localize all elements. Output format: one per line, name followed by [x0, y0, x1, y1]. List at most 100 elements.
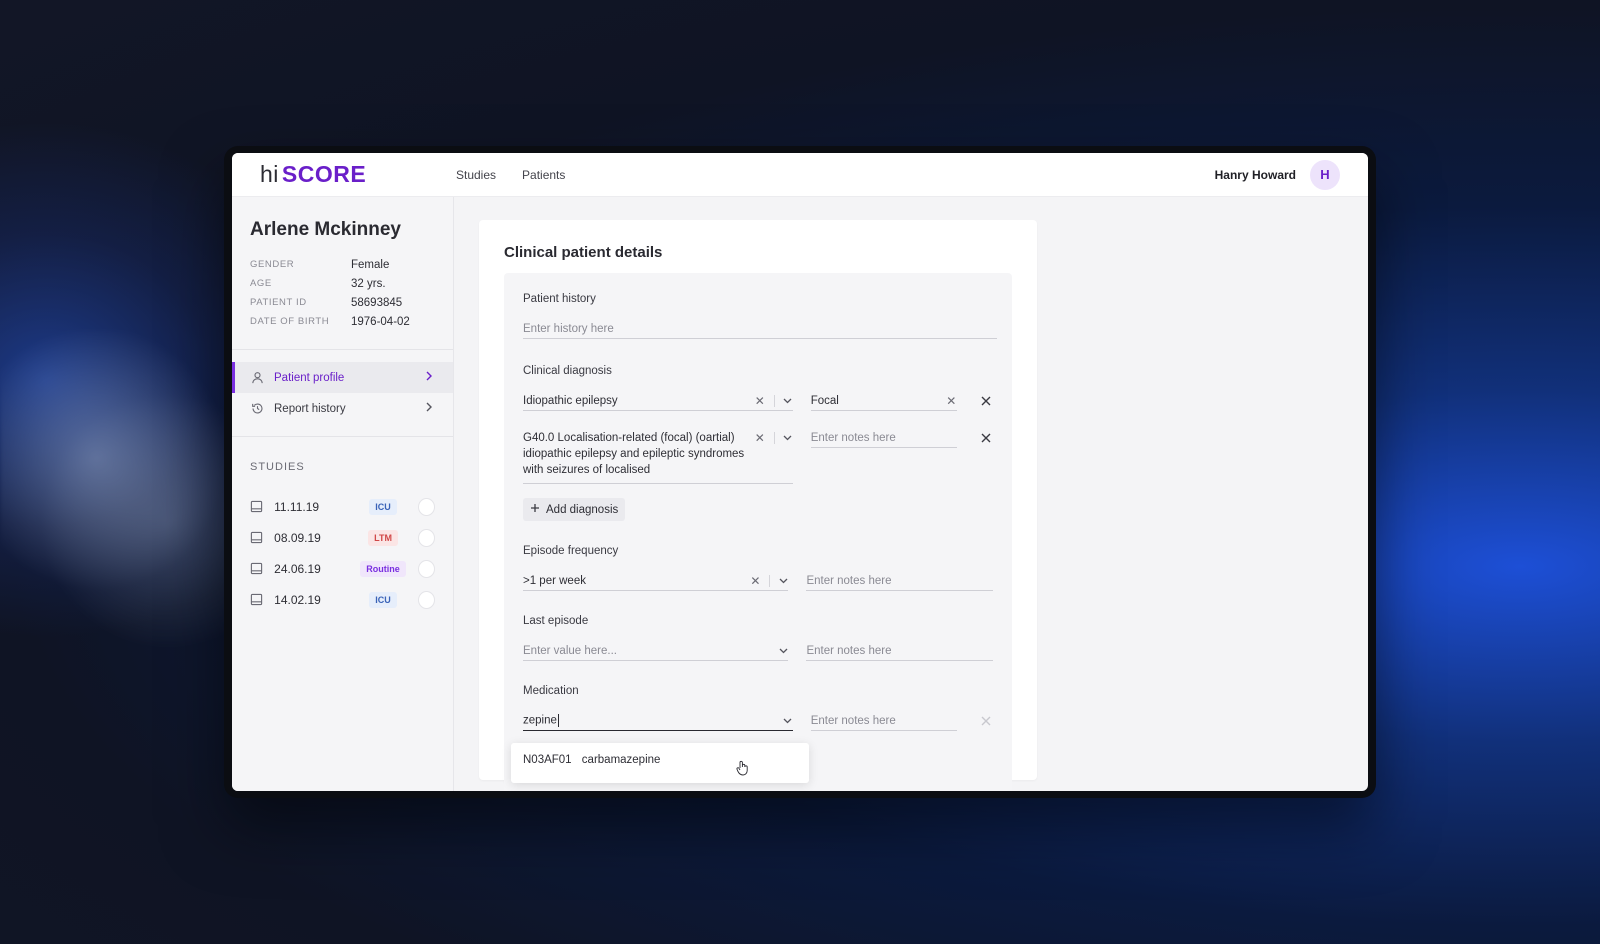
- avatar[interactable]: H: [1310, 159, 1340, 190]
- info-row-age: AGE 32 yrs.: [250, 274, 435, 293]
- clear-icon[interactable]: ✕: [754, 431, 766, 445]
- info-value: 58693845: [351, 296, 403, 309]
- medication-label: Medication: [523, 685, 579, 697]
- last-episode-row: Enter value here... Enter notes here: [523, 641, 993, 661]
- info-row-gender: GENDER Female: [250, 255, 435, 274]
- text-caret: [557, 714, 559, 727]
- document-icon: [250, 562, 263, 576]
- plus-icon: [530, 503, 540, 516]
- sidebar-item-label: Report history: [274, 402, 346, 415]
- study-badge: LTM: [368, 529, 398, 546]
- patient-name: Arlene Mckinney: [250, 219, 401, 240]
- diagnosis-select[interactable]: Idiopathic epilepsy ✕: [523, 391, 793, 411]
- info-row-patient-id: PATIENT ID 58693845: [250, 293, 435, 312]
- nav-studies[interactable]: Studies: [456, 168, 496, 182]
- study-row[interactable]: 24.06.19 Routine: [250, 553, 435, 584]
- hand-cursor-icon: [736, 760, 750, 781]
- remove-row-icon[interactable]: [979, 391, 993, 411]
- sidebar-item-report-history[interactable]: Report history: [232, 393, 453, 424]
- last-episode-placeholder: Enter value here...: [523, 644, 617, 657]
- study-date: 24.06.19: [274, 561, 321, 576]
- study-date: 11.11.19: [274, 499, 320, 514]
- sidebar-item-patient-profile[interactable]: Patient profile: [232, 362, 453, 393]
- page-title: Clinical patient details: [504, 244, 663, 261]
- status-indicator: [417, 497, 435, 516]
- medication-suggestion-option[interactable]: N03AF01 carbamazepine: [511, 743, 809, 783]
- nav-patients[interactable]: Patients: [522, 168, 565, 182]
- clear-icon[interactable]: ✕: [749, 574, 761, 588]
- study-badge: ICU: [369, 591, 397, 608]
- diagnosis-notes-field[interactable]: Focal ✕: [810, 391, 958, 411]
- history-icon: [250, 402, 264, 416]
- info-value: 32 yrs.: [351, 277, 386, 290]
- remove-row-icon[interactable]: [979, 428, 993, 448]
- diagnosis-notes-field[interactable]: Enter notes here: [810, 428, 958, 448]
- top-bar: hi SCORE Studies Patients Hanry Howard H: [232, 153, 1368, 197]
- medication-notes[interactable]: Enter notes here: [810, 711, 958, 731]
- patient-history-input[interactable]: Enter history here: [523, 319, 997, 339]
- study-row[interactable]: 11.11.19 ICU: [250, 491, 435, 522]
- chevron-down-icon[interactable]: [783, 715, 793, 727]
- clinical-diagnosis-label: Clinical diagnosis: [523, 365, 612, 377]
- study-date: 14.02.19: [274, 592, 321, 607]
- diagnosis-row: G40.0 Localisation-related (focal) (oart…: [523, 428, 993, 484]
- patient-history-label: Patient history: [523, 293, 596, 305]
- app-window: hi SCORE Studies Patients Hanry Howard H…: [232, 153, 1368, 791]
- chevron-right-icon: [425, 371, 433, 384]
- add-diagnosis-label: Add diagnosis: [546, 503, 619, 516]
- sidebar: Arlene Mckinney GENDER Female AGE 32 yrs…: [232, 197, 454, 791]
- medication-search-input[interactable]: zepine: [523, 711, 793, 731]
- info-label: DATE OF BIRTH: [250, 316, 330, 327]
- last-episode-label: Last episode: [523, 615, 589, 627]
- medication-query: zepine: [523, 714, 557, 727]
- study-row[interactable]: 14.02.19 ICU: [250, 584, 435, 615]
- chevron-down-icon[interactable]: [783, 432, 793, 444]
- user-menu[interactable]: Hanry Howard H: [1214, 159, 1340, 190]
- clinical-details-card: Clinical patient details Patient history…: [479, 220, 1037, 791]
- add-diagnosis-button[interactable]: Add diagnosis: [523, 498, 626, 521]
- chevron-down-icon[interactable]: [778, 645, 788, 657]
- app-body: Arlene Mckinney GENDER Female AGE 32 yrs…: [232, 197, 1368, 791]
- main-nav: Studies Patients: [456, 168, 565, 182]
- episode-frequency-notes[interactable]: Enter notes here: [806, 571, 993, 591]
- diagnosis-row: Idiopathic epilepsy ✕ Focal ✕: [523, 391, 993, 411]
- info-label: GENDER: [250, 259, 295, 270]
- background-particles: [0, 330, 240, 650]
- clear-icon[interactable]: ✕: [754, 394, 766, 408]
- sidebar-menu: Patient profile Report history: [232, 350, 453, 437]
- medication-name: carbamazepine: [581, 754, 661, 766]
- info-value: Female: [351, 258, 390, 271]
- study-date: 08.09.19: [274, 530, 321, 545]
- chevron-right-icon: [425, 402, 433, 415]
- last-episode-notes[interactable]: Enter notes here: [806, 641, 993, 661]
- status-indicator: [417, 528, 435, 547]
- logo-hi: hi: [260, 161, 279, 187]
- info-value: 1976-04-02: [351, 315, 410, 328]
- divider: [773, 432, 775, 444]
- chevron-down-icon[interactable]: [783, 395, 793, 407]
- logo-score: SCORE: [281, 161, 367, 187]
- study-row[interactable]: 08.09.19 LTM: [250, 522, 435, 553]
- logo[interactable]: hi SCORE: [260, 161, 456, 188]
- clear-icon[interactable]: ✕: [945, 394, 957, 408]
- last-episode-select[interactable]: Enter value here...: [523, 641, 789, 661]
- device-frame: hi SCORE Studies Patients Hanry Howard H…: [224, 146, 1376, 798]
- episode-frequency-select[interactable]: >1 per week ✕: [523, 571, 789, 591]
- study-badge: ICU: [369, 498, 397, 515]
- document-icon: [250, 500, 263, 514]
- main-content: Clinical patient details Patient history…: [454, 197, 1368, 791]
- info-label: PATIENT ID: [250, 297, 307, 308]
- status-indicator: [417, 590, 435, 609]
- user-name: Hanry Howard: [1214, 167, 1296, 182]
- studies-section: STUDIES 11.11.19 ICU 08.09.19 LTM 24.06.…: [232, 437, 453, 615]
- status-indicator: [417, 559, 435, 578]
- episode-frequency-value: >1 per week: [523, 574, 586, 587]
- document-icon: [250, 593, 263, 607]
- divider: [769, 574, 771, 587]
- diagnosis-select[interactable]: G40.0 Localisation-related (focal) (oart…: [523, 428, 793, 484]
- chevron-down-icon[interactable]: [778, 575, 788, 587]
- user-icon: [250, 371, 264, 385]
- info-label: AGE: [250, 278, 272, 289]
- episode-frequency-label: Episode frequency: [523, 545, 619, 557]
- remove-row-icon[interactable]: [979, 711, 993, 731]
